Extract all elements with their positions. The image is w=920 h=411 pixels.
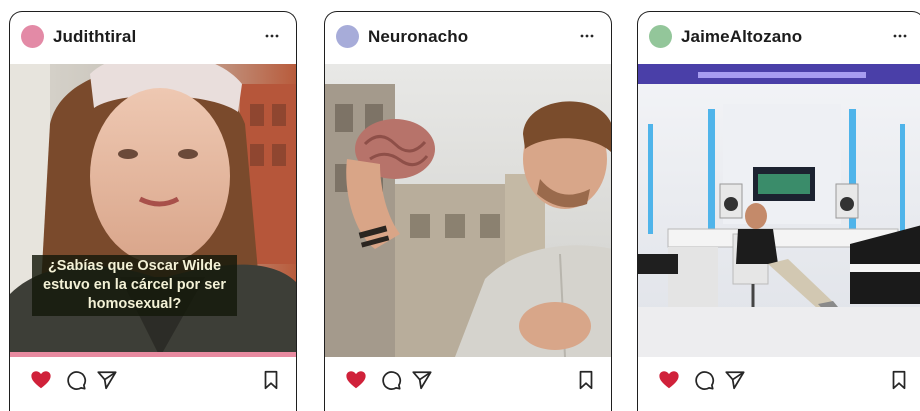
post-header: Judithtiral xyxy=(10,12,296,64)
post-header: Neuronacho xyxy=(325,12,611,64)
comment-icon[interactable] xyxy=(380,369,402,391)
post-username[interactable]: Judithtiral xyxy=(53,25,136,49)
bookmark-icon[interactable] xyxy=(888,369,910,391)
video-caption: ¿Sabías que Oscar Wilde estuvo en la cár… xyxy=(32,255,237,316)
comment-icon[interactable] xyxy=(693,369,715,391)
post-card-neuronacho: Neuronacho xyxy=(324,11,612,411)
post-actions xyxy=(638,357,920,403)
post-actions xyxy=(325,357,611,403)
caption-line: homosexual? xyxy=(87,296,182,312)
avatar[interactable] xyxy=(21,25,44,48)
post-card-jaimealtozano: JaimeAltozano xyxy=(637,11,920,411)
like-heart-icon[interactable] xyxy=(658,369,680,391)
share-paper-plane-icon[interactable] xyxy=(724,369,746,391)
post-username[interactable]: JaimeAltozano xyxy=(681,25,802,49)
post-card-judithtiral: Judithtiral ¿Sabías que Oscar Wilde estu… xyxy=(9,11,297,411)
bookmark-icon[interactable] xyxy=(260,369,282,391)
more-options-icon[interactable] xyxy=(262,26,282,46)
caption-line: ¿Sabías que Oscar Wilde xyxy=(47,258,222,274)
more-options-icon[interactable] xyxy=(890,26,910,46)
bookmark-icon[interactable] xyxy=(575,369,597,391)
avatar[interactable] xyxy=(336,25,359,48)
post-actions xyxy=(10,357,296,403)
post-media-image[interactable] xyxy=(638,64,920,357)
post-media-image[interactable]: ¿Sabías que Oscar Wilde estuvo en la cár… xyxy=(10,64,296,357)
more-options-icon[interactable] xyxy=(577,26,597,46)
like-heart-icon[interactable] xyxy=(30,369,52,391)
share-paper-plane-icon[interactable] xyxy=(411,369,433,391)
post-header: JaimeAltozano xyxy=(638,12,920,64)
like-heart-icon[interactable] xyxy=(345,369,367,391)
comment-icon[interactable] xyxy=(65,369,87,391)
avatar[interactable] xyxy=(649,25,672,48)
post-media-image[interactable] xyxy=(325,64,611,357)
share-paper-plane-icon[interactable] xyxy=(96,369,118,391)
post-username[interactable]: Neuronacho xyxy=(368,25,468,49)
caption-line: estuvo en la cárcel por ser xyxy=(43,277,226,293)
